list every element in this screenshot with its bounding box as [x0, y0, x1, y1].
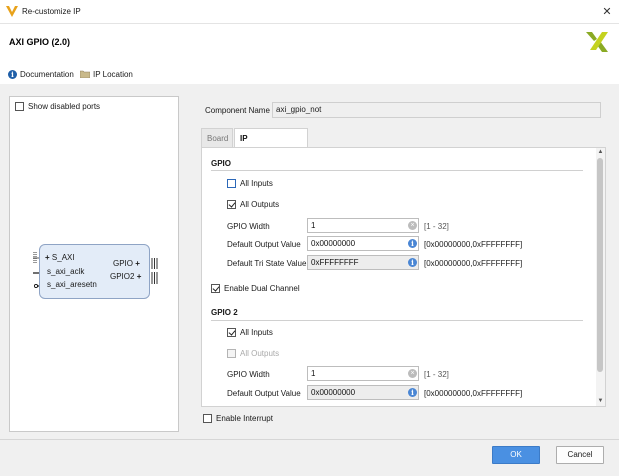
tab-board[interactable]: Board	[201, 128, 233, 148]
enable-dual-channel-checkbox[interactable]: Enable Dual Channel	[211, 284, 300, 293]
gpio2-section-divider	[211, 320, 583, 321]
gpio2-default-output-input[interactable]: 0x00000000	[307, 385, 419, 400]
checkbox-box	[227, 179, 236, 188]
port-s-axi-aresetn: s_axi_aresetn	[47, 280, 97, 289]
show-disabled-ports-checkbox[interactable]: Show disabled ports	[15, 102, 100, 111]
info-icon: i	[8, 69, 17, 79]
xilinx-logo-icon	[586, 32, 608, 52]
enable-interrupt-label: Enable Interrupt	[216, 414, 273, 423]
gpio2-width-label: GPIO Width	[227, 370, 270, 379]
gpio-default-tri-input[interactable]: 0xFFFFFFFF	[307, 255, 419, 270]
gpio-section-divider	[211, 170, 583, 171]
ok-button[interactable]: OK	[492, 446, 540, 464]
gpio2-section-title: GPIO 2	[211, 308, 238, 317]
folder-icon	[80, 70, 90, 78]
gpio2-all-outputs-label: All Outputs	[240, 349, 280, 358]
checkbox-box	[227, 328, 236, 337]
title-bar	[0, 0, 619, 24]
clear-icon[interactable]: ×	[408, 369, 417, 378]
plus-icon: +	[135, 259, 140, 268]
gpio-width-range: [1 - 32]	[424, 222, 449, 231]
gpio-all-outputs-label: All Outputs	[240, 200, 280, 209]
footer-divider	[0, 439, 619, 440]
gpio-all-outputs-checkbox[interactable]: All Outputs	[227, 200, 279, 209]
clear-icon[interactable]: ×	[408, 221, 417, 230]
port-gpio: GPIO +	[113, 259, 140, 268]
show-disabled-ports-label: Show disabled ports	[28, 102, 101, 111]
checkbox-box	[227, 349, 236, 358]
enable-interrupt-checkbox[interactable]: Enable Interrupt	[203, 414, 273, 423]
component-name-input[interactable]: axi_gpio_not	[272, 102, 601, 118]
gpio-default-tri-range: [0x00000000,0xFFFFFFFF]	[424, 259, 523, 268]
checkbox-box	[211, 284, 220, 293]
documentation-label: Documentation	[20, 69, 74, 79]
gpio-default-output-range: [0x00000000,0xFFFFFFFF]	[424, 240, 523, 249]
ip-location-link[interactable]: IP Location	[80, 68, 133, 80]
checkbox-box	[227, 200, 236, 209]
tab-ip-configuration[interactable]: IP Configuration	[234, 128, 308, 163]
gpio-default-output-input[interactable]: 0x00000000	[307, 236, 419, 251]
documentation-link[interactable]: i Documentation	[8, 68, 74, 80]
ip-location-label: IP Location	[93, 69, 133, 79]
scrollbar-thumb[interactable]	[597, 158, 603, 372]
gpio-width-label: GPIO Width	[227, 222, 270, 231]
gpio-section-title: GPIO	[211, 159, 232, 168]
gpio-all-inputs-checkbox[interactable]: All Inputs	[227, 179, 273, 188]
info-icon: i	[408, 388, 417, 397]
gpio-default-output-label: Default Output Value	[227, 240, 301, 249]
checkbox-box	[15, 102, 24, 111]
gpio2-default-output-range: [0x00000000,0xFFFFFFFF]	[424, 389, 523, 398]
gpio2-width-range: [1 - 32]	[424, 370, 449, 379]
gpio2-all-outputs-checkbox[interactable]: All Outputs	[227, 349, 279, 358]
gpio-width-input[interactable]: 1	[307, 218, 419, 233]
info-icon: i	[408, 239, 417, 248]
info-icon: i	[408, 258, 417, 267]
port-stubs-right	[151, 258, 158, 284]
enable-dual-channel-label: Enable Dual Channel	[224, 284, 300, 293]
port-s-axi-label: S_AXI	[51, 253, 75, 262]
scroll-up-icon[interactable]: ▲	[596, 148, 605, 157]
close-icon[interactable]: ✕	[598, 3, 616, 21]
vivado-logo-icon	[6, 6, 18, 17]
checkbox-box	[203, 414, 212, 423]
tabs-bar: Board IP Configuration	[201, 128, 605, 163]
gpio2-all-inputs-checkbox[interactable]: All Inputs	[227, 328, 273, 337]
ip-title: AXI GPIO (2.0)	[9, 37, 71, 47]
port-s-axi-aclk: s_axi_aclk	[47, 267, 85, 276]
plus-icon: +	[136, 272, 142, 281]
ip-configuration-panel: GPIO All Inputs All Outputs GPIO Width 1…	[201, 147, 606, 407]
window-title: Re-customize IP	[22, 7, 81, 16]
gpio2-default-output-label: Default Output Value	[227, 389, 301, 398]
gpio2-all-inputs-label: All Inputs	[240, 328, 273, 337]
port-s-axi: + S_AXI	[45, 253, 75, 262]
scroll-down-icon[interactable]: ▼	[596, 397, 605, 406]
port-gpio-label: GPIO	[113, 259, 134, 268]
component-name-label: Component Name	[205, 106, 270, 115]
gpio-all-inputs-label: All Inputs	[240, 179, 273, 188]
port-gpio2: GPIO2 +	[110, 272, 141, 281]
gpio2-width-input[interactable]: 1	[307, 366, 419, 381]
gpio-default-tri-label: Default Tri State Value	[227, 259, 307, 268]
cancel-button[interactable]: Cancel	[556, 446, 604, 464]
port-gpio2-label: GPIO2	[110, 272, 135, 281]
plus-icon: +	[45, 253, 50, 262]
